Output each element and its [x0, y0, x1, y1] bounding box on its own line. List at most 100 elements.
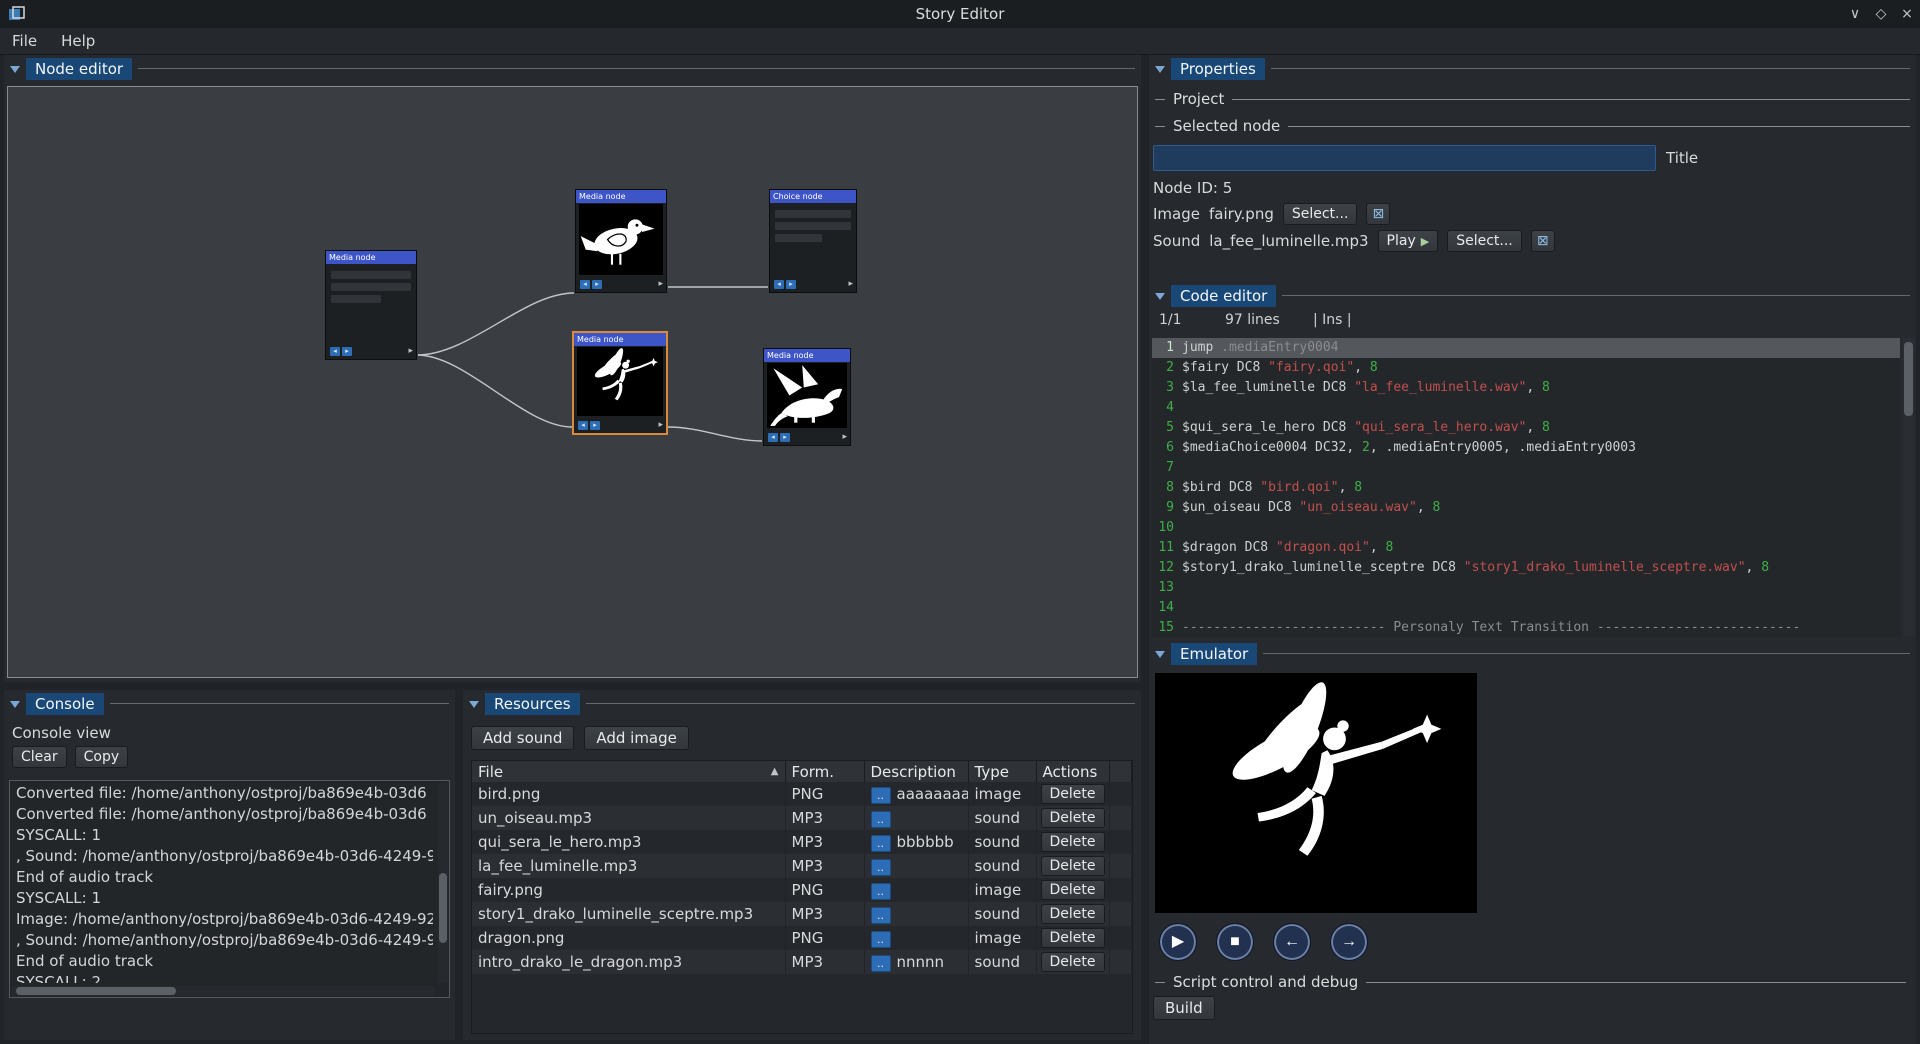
resource-row[interactable]: fairy.pngPNG..imageDelete	[472, 878, 1132, 902]
panel-dock-icon[interactable]	[10, 66, 20, 78]
panel-dock-icon[interactable]	[10, 701, 20, 713]
node-title[interactable]: Media node	[576, 190, 666, 203]
close-icon[interactable]: ×	[1894, 2, 1920, 26]
code-line[interactable]: 9$un_oiseau DC8 "un_oiseau.wav", 8	[1152, 498, 1900, 518]
scrollbar-thumb[interactable]	[16, 987, 176, 995]
edit-description-button[interactable]: ..	[871, 811, 891, 828]
resource-row[interactable]: intro_drako_le_dragon.mp3MP3..nnnnnsound…	[472, 950, 1132, 974]
maximize-icon[interactable]: ◇	[1868, 2, 1894, 26]
resource-row[interactable]: bird.pngPNG..aaaaaaaaaimageDelete	[472, 782, 1132, 806]
column-header-format[interactable]: Form.	[785, 761, 864, 782]
panel-dock-icon[interactable]	[469, 701, 479, 713]
code-line[interactable]: 11$dragon DC8 "dragon.qoi", 8	[1152, 538, 1900, 558]
delete-button[interactable]: Delete	[1041, 904, 1105, 924]
edit-description-button[interactable]: ..	[871, 931, 891, 948]
code-line[interactable]: 12$story1_drako_luminelle_sceptre DC8 "s…	[1152, 558, 1900, 578]
delete-button[interactable]: Delete	[1041, 928, 1105, 948]
code-line[interactable]: 6$mediaChoice0004 DC32, 2, .mediaEntry00…	[1152, 438, 1900, 458]
node-title[interactable]: Media node	[764, 349, 850, 362]
build-button[interactable]: Build	[1153, 996, 1215, 1020]
node-audio-play-icon[interactable]: ▸	[592, 280, 602, 289]
column-header-file[interactable]: File ▲	[472, 761, 785, 782]
sound-clear-button[interactable]: ⊠	[1531, 230, 1555, 252]
graph-node[interactable]: Media node◂▸▸	[325, 250, 417, 360]
column-header-type[interactable]: Type	[968, 761, 1036, 782]
node-output-port[interactable]: ▸	[842, 433, 847, 442]
delete-button[interactable]: Delete	[1041, 784, 1105, 804]
resource-row[interactable]: qui_sera_le_hero.mp3MP3..bbbbbbsoundDele…	[472, 830, 1132, 854]
code-line[interactable]: 8$bird DC8 "bird.qoi", 8	[1152, 478, 1900, 498]
add-sound-button[interactable]: Add sound	[471, 726, 574, 750]
code-line[interactable]: 14	[1152, 598, 1900, 618]
title-input[interactable]	[1153, 145, 1656, 171]
image-clear-button[interactable]: ⊠	[1366, 203, 1390, 225]
image-select-button[interactable]: Select...	[1283, 203, 1358, 225]
node-title[interactable]: Media node	[326, 251, 416, 264]
code-line[interactable]: 10	[1152, 518, 1900, 538]
resource-row[interactable]: dragon.pngPNG..imageDelete	[472, 926, 1132, 950]
code-line[interactable]: 13	[1152, 578, 1900, 598]
node-output-port[interactable]: ▸	[658, 421, 663, 430]
code-line[interactable]: 7	[1152, 458, 1900, 478]
node-output-port[interactable]: ▸	[848, 280, 853, 289]
delete-button[interactable]: Delete	[1041, 880, 1105, 900]
code-lines[interactable]: 1jump .mediaEntry00042$fairy DC8 "fairy.…	[1152, 338, 1900, 637]
node-audio-back-icon[interactable]: ◂	[580, 280, 590, 289]
node-audio-play-icon[interactable]: ▸	[780, 433, 790, 442]
edit-description-button[interactable]: ..	[871, 955, 891, 972]
resource-row[interactable]: la_fee_luminelle.mp3MP3..soundDelete	[472, 854, 1132, 878]
stop-button[interactable]: ■	[1216, 923, 1254, 961]
node-audio-play-icon[interactable]: ▸	[786, 280, 796, 289]
delete-button[interactable]: Delete	[1041, 832, 1105, 852]
graph-node[interactable]: Media node◂▸▸	[575, 189, 667, 293]
resource-row[interactable]: story1_drako_luminelle_sceptre.mp3MP3..s…	[472, 902, 1132, 926]
delete-button[interactable]: Delete	[1041, 952, 1105, 972]
node-audio-play-icon[interactable]: ▸	[342, 347, 352, 356]
node-audio-play-icon[interactable]: ▸	[590, 421, 600, 430]
graph-node[interactable]: Choice node◂▸▸	[769, 189, 857, 293]
menu-file[interactable]: File	[0, 29, 49, 53]
back-button[interactable]: ←	[1273, 923, 1311, 961]
edit-description-button[interactable]: ..	[871, 835, 891, 852]
play-button[interactable]: ▶	[1159, 923, 1197, 961]
column-header-description[interactable]: Description	[864, 761, 968, 782]
graph-node[interactable]: Media node◂▸▸	[763, 348, 851, 446]
sound-select-button[interactable]: Select...	[1447, 230, 1522, 252]
panel-dock-icon[interactable]	[1155, 66, 1165, 78]
sound-play-button[interactable]: Play ▶	[1378, 230, 1439, 252]
code-line[interactable]: 1jump .mediaEntry0004	[1152, 338, 1900, 358]
forward-button[interactable]: →	[1330, 923, 1368, 961]
scrollbar-thumb[interactable]	[439, 873, 447, 943]
console-vscrollbar[interactable]	[438, 783, 448, 983]
edit-description-button[interactable]: ..	[871, 787, 891, 804]
resource-row[interactable]: un_oiseau.mp3MP3..soundDelete	[472, 806, 1132, 830]
node-canvas[interactable]: Media node◂▸▸Media node◂▸▸Choice node◂▸▸…	[7, 86, 1138, 678]
node-title[interactable]: Media node	[574, 333, 666, 346]
node-audio-back-icon[interactable]: ◂	[330, 347, 340, 356]
menu-help[interactable]: Help	[49, 29, 107, 53]
scrollbar-thumb[interactable]	[1904, 342, 1913, 416]
console-hscrollbar[interactable]	[12, 986, 435, 996]
clear-button[interactable]: Clear	[12, 746, 67, 768]
code-line[interactable]: 4	[1152, 398, 1900, 418]
add-image-button[interactable]: Add image	[584, 726, 689, 750]
node-audio-back-icon[interactable]: ◂	[774, 280, 784, 289]
node-output-port[interactable]: ▸	[408, 347, 413, 356]
minimize-icon[interactable]: ∨	[1842, 2, 1868, 26]
column-header-actions[interactable]: Actions	[1036, 761, 1109, 782]
graph-node[interactable]: Media node◂▸▸	[573, 332, 667, 434]
code-line[interactable]: 3$la_fee_luminelle DC8 "la_fee_luminelle…	[1152, 378, 1900, 398]
edit-description-button[interactable]: ..	[871, 859, 891, 876]
copy-button[interactable]: Copy	[75, 746, 129, 768]
node-audio-back-icon[interactable]: ◂	[578, 421, 588, 430]
edit-description-button[interactable]: ..	[871, 907, 891, 924]
delete-button[interactable]: Delete	[1041, 808, 1105, 828]
edit-description-button[interactable]: ..	[871, 883, 891, 900]
code-line[interactable]: 2$fairy DC8 "fairy.qoi", 8	[1152, 358, 1900, 378]
node-title[interactable]: Choice node	[770, 190, 856, 203]
code-vscrollbar[interactable]	[1903, 338, 1914, 636]
panel-dock-icon[interactable]	[1155, 651, 1165, 663]
node-output-port[interactable]: ▸	[658, 280, 663, 289]
console-log[interactable]: Converted file: /home/anthony/ostproj/ba…	[9, 780, 450, 998]
panel-dock-icon[interactable]	[1155, 293, 1165, 305]
